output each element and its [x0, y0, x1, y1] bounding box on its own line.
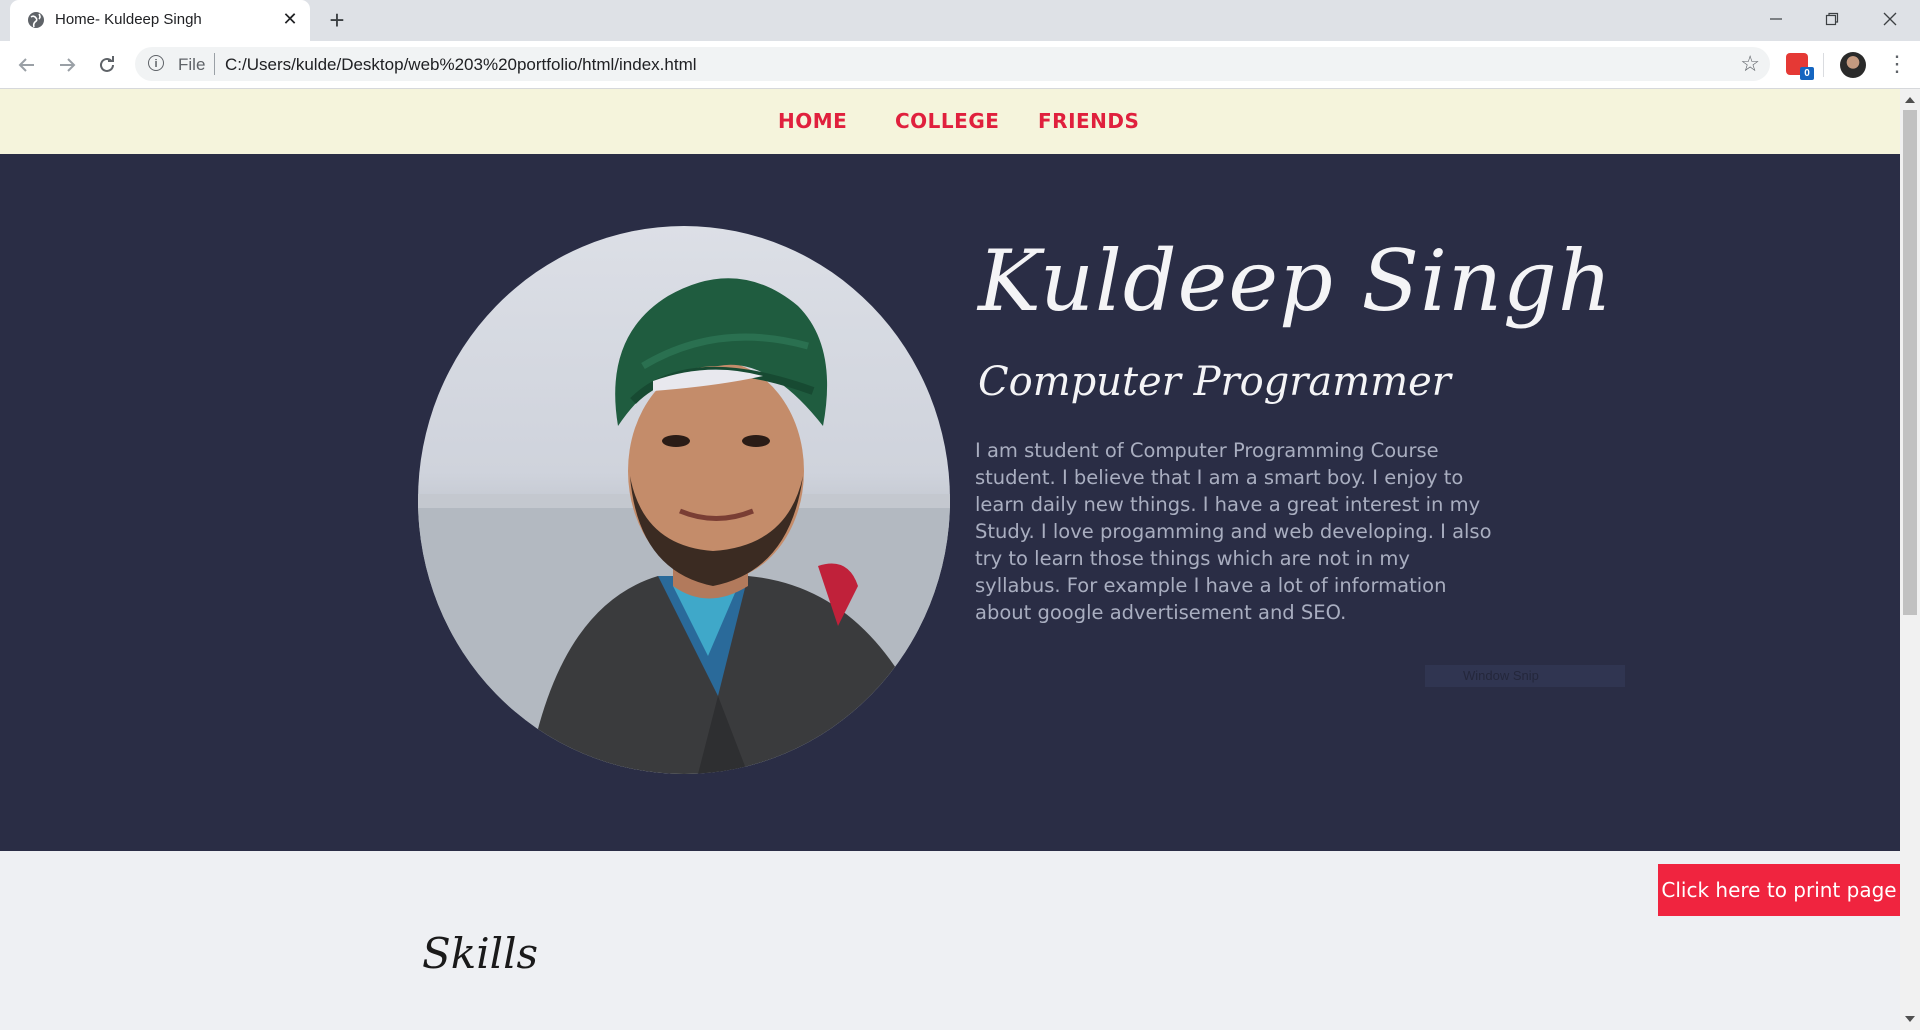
- profile-photo: [418, 226, 950, 774]
- profile-avatar[interactable]: [1840, 52, 1866, 78]
- extension-badge: 0: [1800, 67, 1814, 80]
- hero-role: Computer Programmer: [978, 359, 1451, 405]
- nav-college[interactable]: COLLEGE: [895, 109, 999, 133]
- nav-friends[interactable]: FRIENDS: [1038, 109, 1139, 133]
- toolbar-divider: [1823, 53, 1824, 77]
- nav-home[interactable]: HOME: [778, 109, 847, 133]
- url-text[interactable]: C:/Users/kulde/Desktop/web%203%20portfol…: [225, 55, 697, 75]
- menu-icon[interactable]: ⋮: [1886, 51, 1908, 79]
- skills-heading: Skills: [422, 929, 539, 978]
- back-icon[interactable]: [13, 51, 41, 79]
- star-icon[interactable]: ☆: [1740, 52, 1760, 76]
- tab-title: Home- Kuldeep Singh: [55, 11, 202, 28]
- restore-icon[interactable]: [1804, 0, 1860, 41]
- browser-toolbar: i File C:/Users/kulde/Desktop/web%203%20…: [0, 41, 1920, 89]
- info-icon[interactable]: i: [148, 55, 164, 71]
- forward-icon[interactable]: [53, 51, 81, 79]
- window-close-icon[interactable]: [1862, 0, 1918, 41]
- reload-icon[interactable]: [93, 51, 121, 79]
- scroll-down-icon[interactable]: [1905, 1016, 1915, 1022]
- globe-icon: [28, 12, 44, 28]
- hero-bio: I am student of Computer Programming Cou…: [975, 439, 1492, 624]
- scroll-up-icon[interactable]: [1905, 97, 1915, 103]
- plus-icon[interactable]: +: [325, 7, 349, 33]
- address-bar[interactable]: i File C:/Users/kulde/Desktop/web%203%20…: [135, 47, 1770, 81]
- url-separator: [214, 53, 215, 75]
- browser-tab[interactable]: Home- Kuldeep Singh ✕: [10, 0, 310, 41]
- print-page-button[interactable]: Click here to print page: [1658, 864, 1900, 916]
- hero-name: Kuldeep Singh: [978, 232, 1613, 330]
- page-viewport: HOME COLLEGE FRIENDS Kuldeep Singh Compu…: [0, 89, 1900, 1030]
- close-icon[interactable]: ✕: [280, 9, 300, 29]
- minimize-icon[interactable]: [1748, 0, 1804, 41]
- hero-section: Kuldeep Singh Computer Programmer I am s…: [0, 154, 1900, 916]
- url-scheme: File: [178, 55, 206, 74]
- site-nav: HOME COLLEGE FRIENDS: [0, 89, 1900, 154]
- window-snip-overlay: Window Snip: [1425, 665, 1625, 687]
- browser-tabbar: Home- Kuldeep Singh ✕ +: [0, 0, 1920, 41]
- page-scrollbar[interactable]: [1900, 89, 1920, 1030]
- scrollbar-thumb[interactable]: [1903, 110, 1917, 615]
